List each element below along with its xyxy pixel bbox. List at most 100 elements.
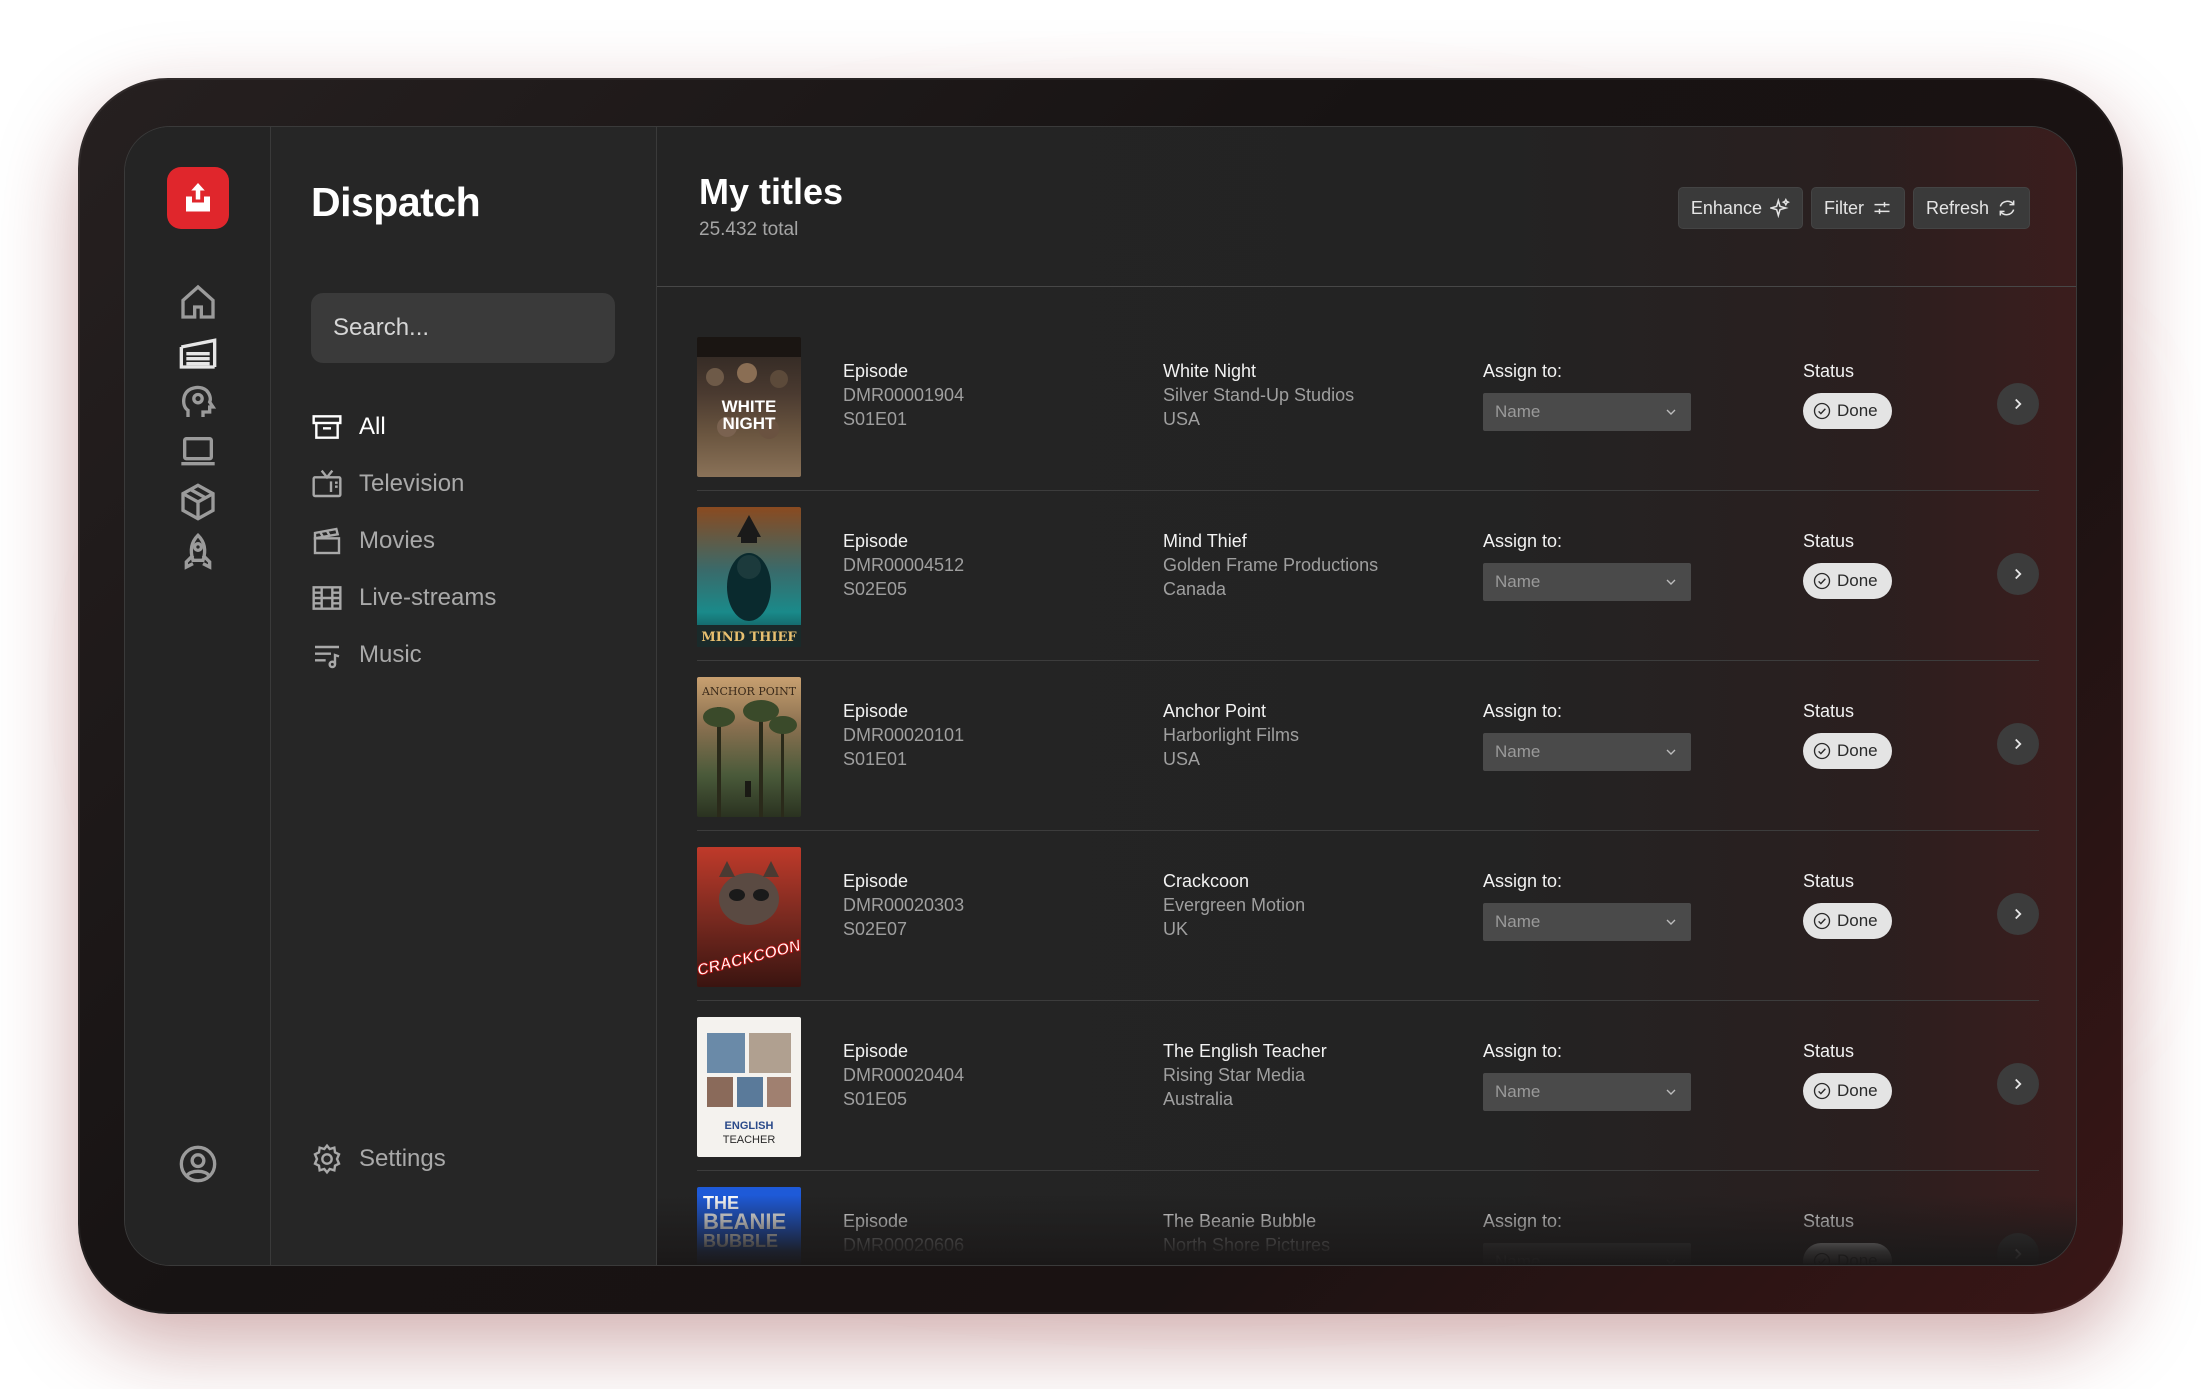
chevron-right-icon <box>2015 1248 2022 1260</box>
nav-item-label: Television <box>359 470 465 497</box>
assign-dropdown[interactable]: Name <box>1483 563 1691 601</box>
settings-label: Settings <box>359 1145 446 1172</box>
tv-icon <box>312 469 342 498</box>
check-circle-icon <box>1813 572 1831 590</box>
title-country: Canada <box>1163 579 1227 599</box>
search-box[interactable] <box>311 293 643 363</box>
title-meta: Episode DMR00020303 S02E07 <box>843 869 964 941</box>
search-input[interactable] <box>333 314 643 342</box>
refresh-button[interactable]: Refresh <box>1912 187 2030 229</box>
film-grid-icon <box>312 586 342 610</box>
status-column: Status Done <box>1803 1039 1892 1109</box>
nav-item-settings[interactable]: Settings <box>311 1139 446 1179</box>
assign-dropdown[interactable]: Name <box>1483 1073 1691 1111</box>
home-icon[interactable] <box>173 277 223 327</box>
status-label: Status <box>1803 361 1855 381</box>
assign-dropdown[interactable]: Name <box>1483 733 1691 771</box>
user-circle-icon[interactable] <box>173 1139 223 1189</box>
poster-white-night: WHITE NIGHT <box>697 337 801 477</box>
check-circle-icon <box>1813 1252 1831 1265</box>
box-icon[interactable] <box>173 477 223 527</box>
title-info: The English Teacher Rising Star Media Au… <box>1163 1039 1327 1111</box>
assign-column: Assign to: Name <box>1483 699 1691 771</box>
title-studio: Silver Stand-Up Studios <box>1163 385 1355 405</box>
open-row-button[interactable] <box>1997 1063 2039 1105</box>
status-column: Status Done <box>1803 1209 1892 1265</box>
nav-item-movies[interactable]: Movies <box>311 521 435 561</box>
title-studio: Rising Star Media <box>1163 1065 1306 1085</box>
icon-rail <box>125 127 271 1265</box>
open-row-button[interactable] <box>1997 1233 2039 1265</box>
enhance-button[interactable]: Enhance <box>1677 187 1803 229</box>
filter-button[interactable]: Filter <box>1810 187 1905 229</box>
status-badge: Done <box>1803 393 1892 429</box>
open-row-button[interactable] <box>1997 893 2039 935</box>
status-text: Done <box>1837 1081 1878 1100</box>
sparkle-icon <box>1769 198 1790 218</box>
assign-placeholder: Name <box>1495 402 1541 421</box>
title-episode: S02E07 <box>843 919 908 939</box>
gear-icon <box>313 1143 341 1175</box>
title-meta: Episode DMR00020101 S01E01 <box>843 699 964 771</box>
assign-label: Assign to: <box>1483 361 1563 381</box>
app-logo[interactable] <box>167 167 229 229</box>
table-row[interactable]: MIND THIEF Episode DMR00004512 S02E05 Mi… <box>697 491 2039 661</box>
assign-dropdown[interactable]: Name <box>1483 1243 1691 1265</box>
svg-text:ANCHOR POINT: ANCHOR POINT <box>701 685 797 698</box>
table-row[interactable]: THE BEANIE BUBBLE Episode DMR00020606 Th… <box>697 1171 2039 1265</box>
rocket-icon[interactable] <box>173 527 223 577</box>
open-row-button[interactable] <box>1997 553 2039 595</box>
title-id: DMR00020303 <box>843 895 965 915</box>
check-circle-icon <box>1813 402 1831 420</box>
page-header: My titles 25.432 total Enhance Filter Re… <box>657 127 2076 287</box>
title-studio: Evergreen Motion <box>1163 895 1306 915</box>
chevron-down-icon <box>1666 579 1676 585</box>
status-badge: Done <box>1803 563 1892 599</box>
title-id: DMR00020606 <box>843 1235 965 1255</box>
assign-label: Assign to: <box>1483 701 1563 721</box>
status-text: Done <box>1837 571 1878 590</box>
svg-text:NIGHT: NIGHT <box>723 414 777 433</box>
filter-label: Filter <box>1823 197 1864 218</box>
nav-item-label: Music <box>359 641 422 668</box>
title-meta: Episode DMR00020606 <box>843 1209 964 1257</box>
toolbar: Enhance Filter Refresh <box>1677 187 2030 229</box>
nav-item-music[interactable]: Music <box>311 635 422 675</box>
table-row[interactable]: CRACKCOON Episode DMR00020303 S02E07 Cra… <box>697 831 2039 1001</box>
nav-item-television[interactable]: Television <box>311 464 464 504</box>
chevron-right-icon <box>2015 738 2022 750</box>
status-column: Status Done <box>1803 529 1892 599</box>
clapperboard-icon <box>313 527 341 555</box>
assign-column: Assign to: Name <box>1483 1039 1691 1111</box>
chevron-right-icon <box>2015 1078 2022 1090</box>
title-name: The Beanie Bubble <box>1163 1211 1317 1231</box>
table-row[interactable]: WHITE NIGHT Episode DMR00001904 S01E01 W… <box>697 321 2039 491</box>
title-episode: S02E05 <box>843 579 908 599</box>
assign-dropdown[interactable]: Name <box>1483 903 1691 941</box>
open-row-button[interactable] <box>1997 723 2039 765</box>
status-badge: Done <box>1803 1243 1892 1265</box>
title-info: Anchor Point Harborlight Films USA <box>1163 699 1299 771</box>
warehouse-icon[interactable] <box>173 327 223 377</box>
assign-dropdown[interactable]: Name <box>1483 393 1691 431</box>
refresh-icon <box>1999 200 2015 216</box>
laptop-icon[interactable] <box>173 427 223 477</box>
status-column: Status Done <box>1803 359 1892 429</box>
table-row[interactable]: ENGLISH TEACHER Episode DMR00020404 S01E… <box>697 1001 2039 1171</box>
title-studio: Golden Frame Productions <box>1163 555 1379 575</box>
table-row[interactable]: ANCHOR POINT Episode DMR00020101 S01E01 <box>697 661 2039 831</box>
title-id: DMR00001904 <box>843 385 965 405</box>
svg-text:ENGLISH: ENGLISH <box>725 1120 774 1132</box>
chevron-right-icon <box>2015 568 2022 580</box>
title-episode: S01E01 <box>843 409 908 429</box>
nav-item-live-streams[interactable]: Live-streams <box>311 578 496 618</box>
nav-item-all[interactable]: All <box>311 407 386 447</box>
head-gear-icon[interactable] <box>173 377 223 427</box>
title-info: The Beanie Bubble North Shore Pictures <box>1163 1209 1330 1257</box>
sliders-icon <box>1874 202 1890 214</box>
chevron-right-icon <box>2015 398 2022 410</box>
poster-mind-thief: MIND THIEF <box>697 507 801 647</box>
status-text: Done <box>1837 401 1878 420</box>
open-row-button[interactable] <box>1997 383 2039 425</box>
title-info: Mind Thief Golden Frame Productions Cana… <box>1163 529 1378 601</box>
